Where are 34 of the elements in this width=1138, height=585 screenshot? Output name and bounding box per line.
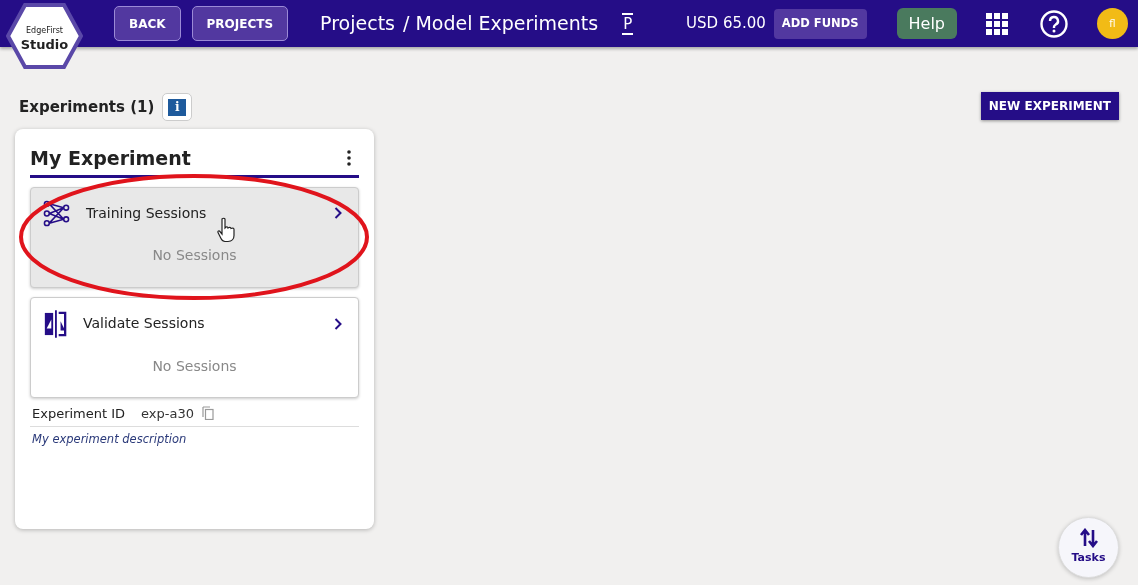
- more-options-icon[interactable]: [347, 150, 351, 167]
- panel-title: Training Sessions: [86, 203, 207, 223]
- section-heading: Experiments (1): [19, 96, 155, 118]
- logo-icon: [6, 3, 83, 69]
- compare-icon: [43, 309, 67, 338]
- new-experiment-button[interactable]: NEW EXPERIMENT: [980, 92, 1119, 120]
- copy-icon[interactable]: [202, 406, 214, 421]
- session-panel[interactable]: Validate Sessions No Sessions: [30, 296, 359, 398]
- help-icon[interactable]: [1040, 9, 1068, 38]
- tasks-button[interactable]: Tasks: [1058, 517, 1119, 578]
- logo-text: EdgeFirst: [25, 25, 64, 37]
- chevron-right-icon[interactable]: [334, 207, 342, 219]
- add-funds-button[interactable]: ADD FUNDS: [773, 8, 867, 39]
- hand-cursor-icon: [216, 217, 236, 243]
- projects-button[interactable]: PROJECTS: [191, 6, 289, 41]
- back-button[interactable]: BACK: [114, 6, 181, 41]
- info-button[interactable]: i: [162, 93, 193, 121]
- apps-grid-icon[interactable]: [986, 12, 1008, 35]
- panel-title: Validate Sessions: [83, 314, 205, 333]
- breadcrumb-text: / Model Experiments: [403, 11, 599, 37]
- balance-text: USD 65.00: [686, 13, 766, 35]
- help-button[interactable]: Help: [896, 8, 957, 39]
- field-value: exp-a30: [141, 404, 194, 423]
- neural-network-icon: [43, 199, 70, 227]
- logo-text: Studio: [19, 36, 70, 54]
- experiment-description: My experiment description: [31, 431, 188, 448]
- session-panel[interactable]: Training Sessions No Sessions: [30, 186, 359, 288]
- swap-arrows-icon: [1078, 528, 1099, 549]
- empty-state-text: No Sessions: [151, 356, 238, 376]
- chevron-right-icon[interactable]: [334, 317, 342, 330]
- empty-state-text: No Sessions: [151, 245, 238, 265]
- breadcrumb-link[interactable]: Projects: [320, 9, 395, 38]
- field-label: Experiment ID: [32, 404, 126, 423]
- card-title: My Experiment: [30, 146, 191, 171]
